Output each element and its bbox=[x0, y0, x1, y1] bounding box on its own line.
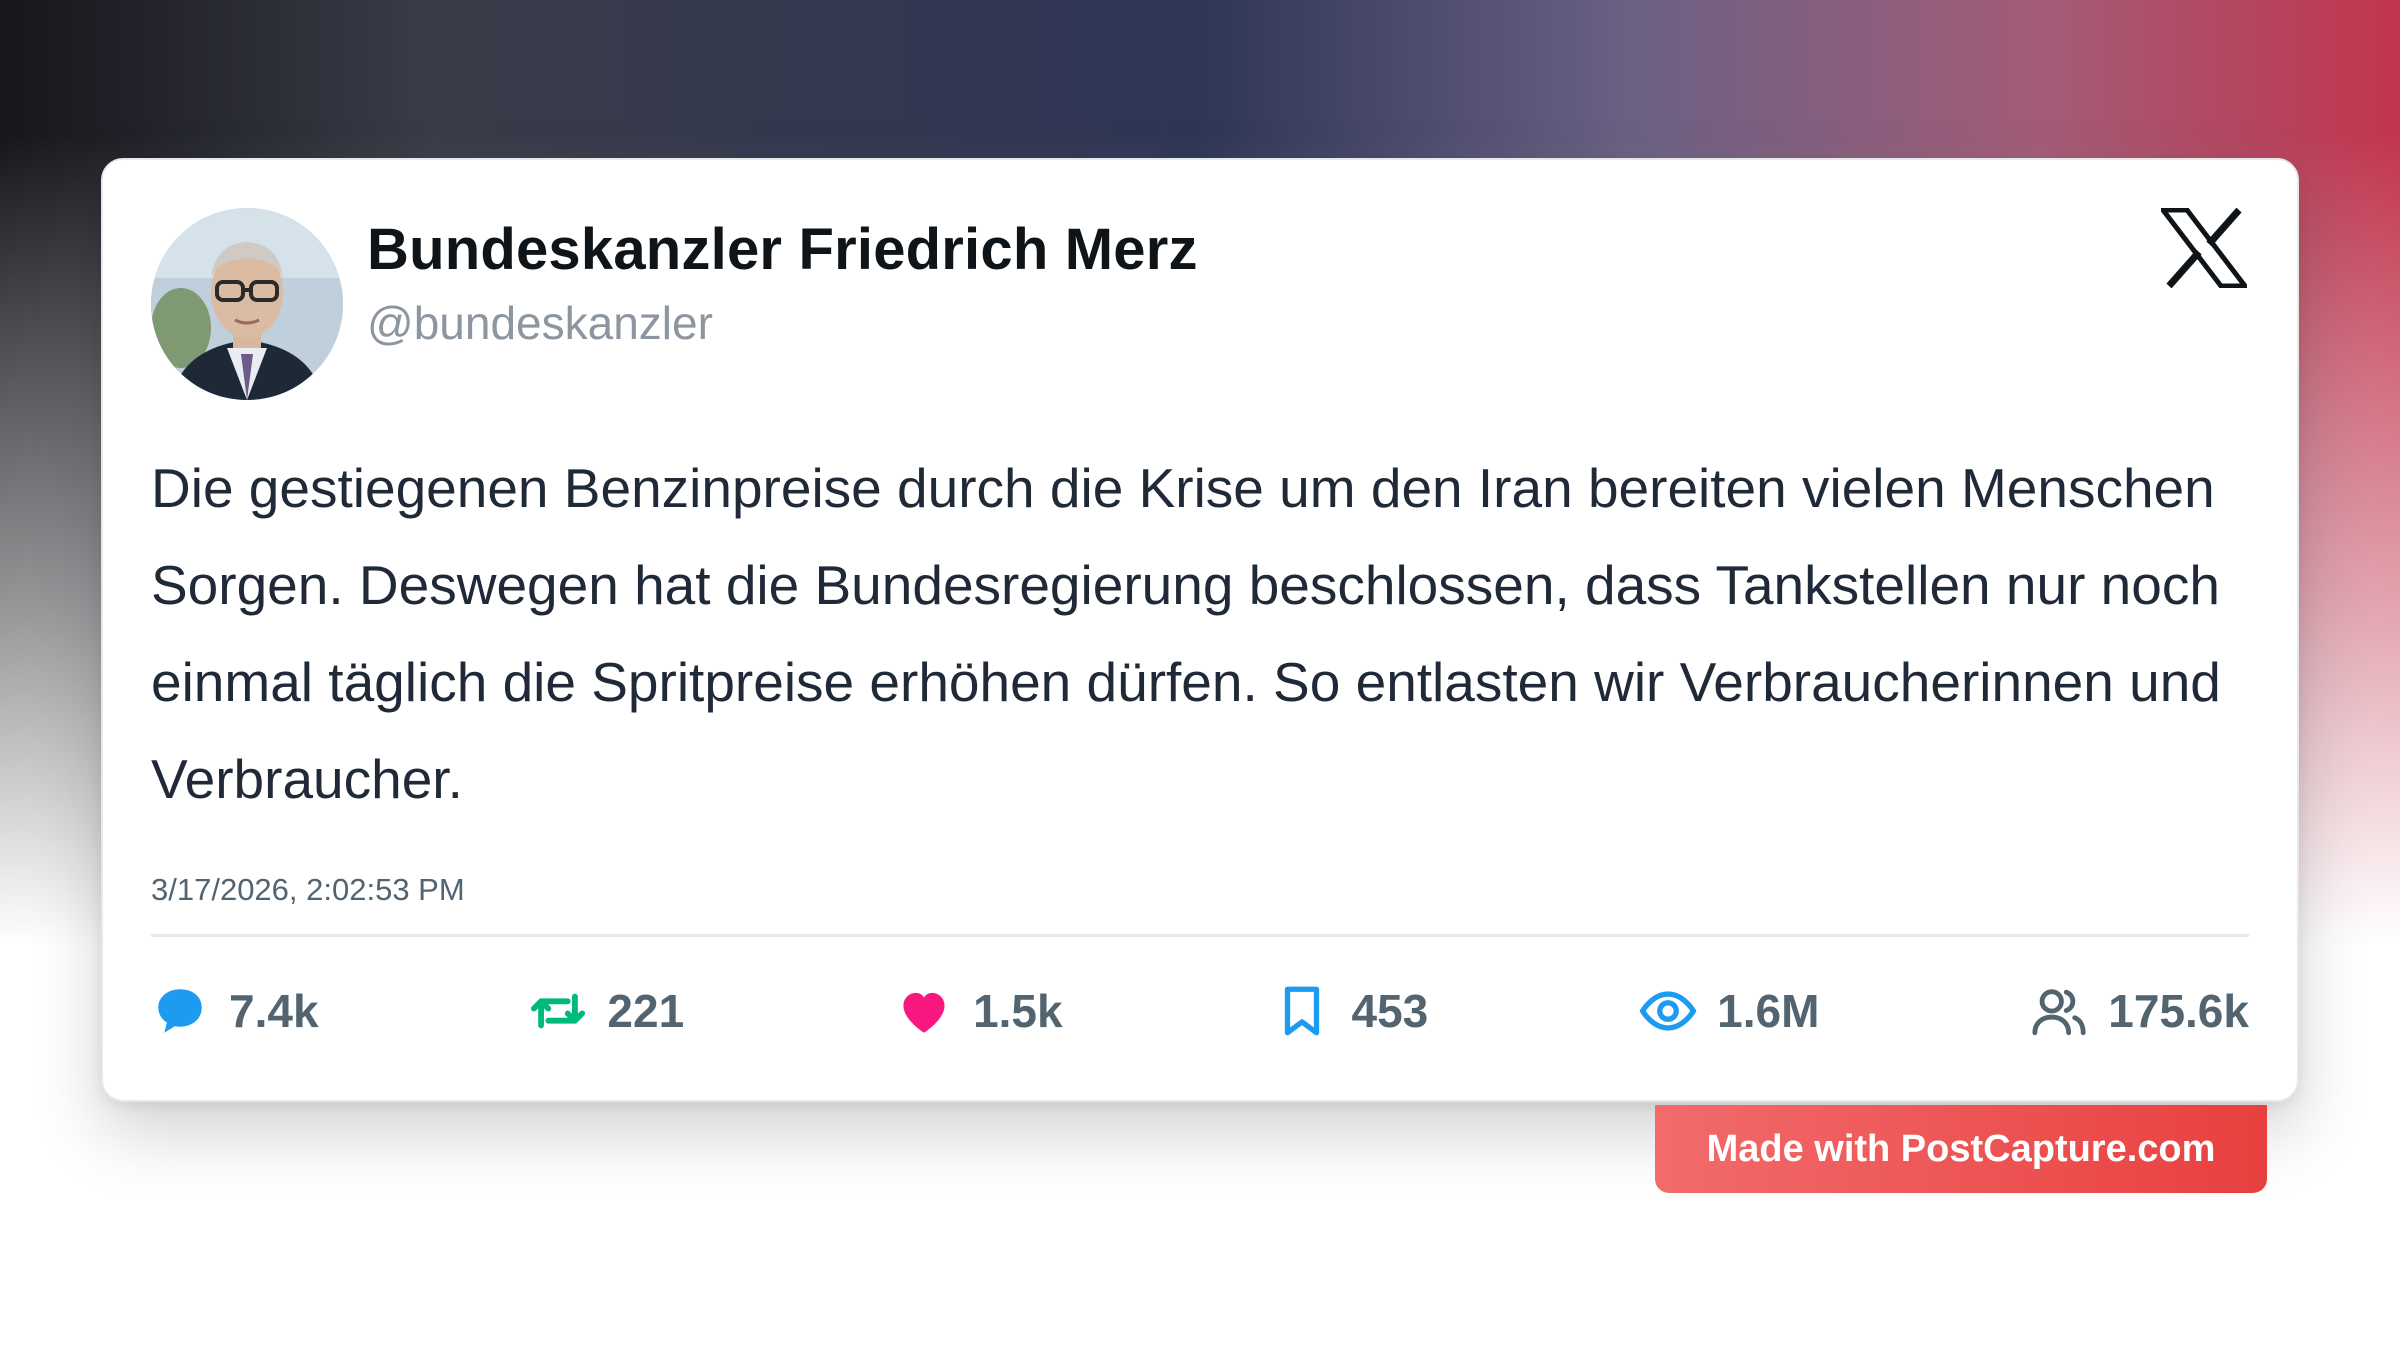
author-handle[interactable]: @bundeskanzler bbox=[367, 296, 713, 350]
comment-icon bbox=[158, 989, 202, 1033]
eye-icon bbox=[1639, 991, 1697, 1031]
bookmark-stat[interactable]: 453 bbox=[1273, 982, 1428, 1040]
author-name[interactable]: Bundeskanzler Friedrich Merz bbox=[367, 216, 1198, 283]
tweet-text: Die gestiegenen Benzinpreise durch die K… bbox=[151, 457, 2221, 810]
users-icon bbox=[2032, 989, 2086, 1036]
avatar-photo bbox=[151, 208, 343, 400]
divider bbox=[151, 934, 2249, 937]
reply-count: 7.4k bbox=[229, 985, 319, 1037]
retweet-icon bbox=[531, 993, 586, 1029]
bookmark-count: 453 bbox=[1351, 985, 1429, 1037]
view-stat[interactable]: 1.6M bbox=[1639, 982, 1819, 1040]
follower-stat[interactable]: 175.6k bbox=[2030, 982, 2249, 1040]
bookmark-icon bbox=[1285, 986, 1320, 1036]
view-count: 1.6M bbox=[1717, 985, 1820, 1037]
follower-count: 175.6k bbox=[2108, 985, 2249, 1037]
tweet-card: Bundeskanzler Friedrich Merz @bundeskanz… bbox=[101, 158, 2299, 1102]
postcapture-watermark[interactable]: Made with PostCapture.com bbox=[1655, 1105, 2267, 1193]
avatar[interactable] bbox=[151, 208, 343, 400]
retweet-stat[interactable]: 221 bbox=[529, 982, 684, 1040]
like-stat[interactable]: 1.5k bbox=[895, 982, 1063, 1040]
reply-stat[interactable]: 7.4k bbox=[151, 982, 319, 1040]
retweet-count: 221 bbox=[607, 985, 685, 1037]
like-count: 1.5k bbox=[973, 985, 1063, 1037]
tweet-timestamp[interactable]: 3/17/2026, 2:02:53 PM bbox=[151, 872, 465, 908]
heart-icon bbox=[903, 992, 945, 1033]
x-logo-icon[interactable] bbox=[2157, 207, 2251, 289]
engagement-stats: 7.4k 221 1.5k 453 1.6M 175.6k bbox=[151, 976, 2249, 1046]
